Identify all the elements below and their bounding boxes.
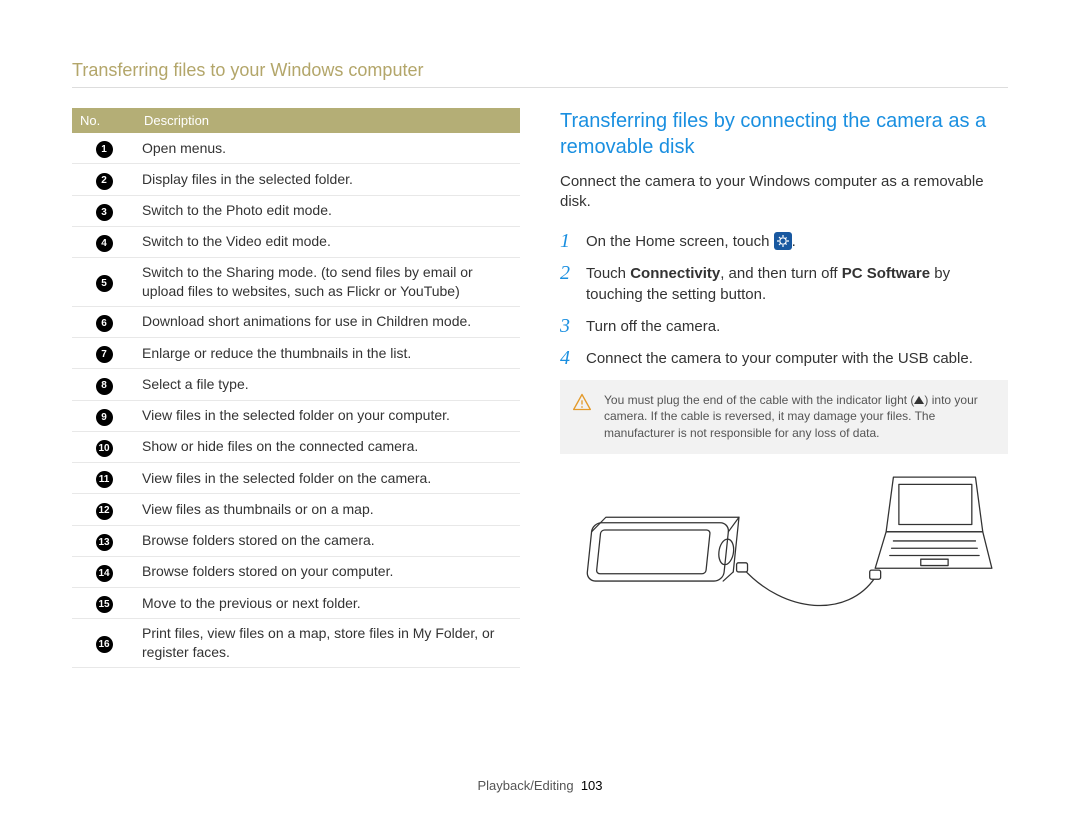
row-number-cell: 1 [72, 133, 136, 164]
step-text: On the Home screen, touch [586, 233, 774, 250]
circled-number-icon: 10 [96, 440, 113, 457]
row-description: Print files, view files on a map, store … [136, 619, 520, 668]
step-4: 4 Connect the camera to your computer wi… [560, 348, 1008, 369]
row-number-cell: 13 [72, 525, 136, 556]
row-description: Open menus. [136, 133, 520, 164]
footer-section: Playback/Editing [477, 778, 573, 793]
camera-laptop-illustration [560, 468, 1008, 628]
row-number-cell: 10 [72, 431, 136, 462]
row-number-cell: 7 [72, 338, 136, 369]
caution-note: You must plug the end of the cable with … [560, 380, 1008, 454]
triangle-up-icon [914, 396, 924, 404]
table-row: 4 Switch to the Video edit mode. [72, 226, 520, 257]
circled-number-icon: 13 [96, 534, 113, 551]
circled-number-icon: 14 [96, 565, 113, 582]
row-description: Move to the previous or next folder. [136, 588, 520, 619]
circled-number-icon: 2 [96, 173, 113, 190]
row-description: Show or hide files on the connected came… [136, 431, 520, 462]
step-text: Connect the camera to your computer with… [586, 348, 973, 369]
left-column: No. Description 1 Open menus. 2 Display fil… [72, 108, 520, 668]
step-bold: Connectivity [630, 265, 720, 282]
row-description: Switch to the Video edit mode. [136, 226, 520, 257]
table-row: 12 View files as thumbnails or on a map. [72, 494, 520, 525]
circled-number-icon: 16 [96, 636, 113, 653]
step-1: 1 On the Home screen, touch . [560, 231, 1008, 252]
circled-number-icon: 12 [96, 503, 113, 520]
table-row: 5 Switch to the Sharing mode. (to send fi… [72, 258, 520, 307]
right-column: Transferring files by connecting the cam… [560, 108, 1008, 668]
row-number-cell: 12 [72, 494, 136, 525]
step-2: 2 Touch Connectivity, and then turn off … [560, 263, 1008, 305]
table-row: 16 Print files, view files on a map, stor… [72, 619, 520, 668]
footer-page-number: 103 [581, 778, 603, 793]
step-bold: PC Software [842, 265, 930, 282]
circled-number-icon: 5 [96, 275, 113, 292]
row-description: View files in the selected folder on the… [136, 463, 520, 494]
step-number: 4 [560, 348, 576, 369]
circled-number-icon: 7 [96, 346, 113, 363]
table-row: 2 Display files in the selected folder. [72, 164, 520, 195]
home-gear-icon [774, 232, 792, 250]
circled-number-icon: 15 [96, 596, 113, 613]
section-title: Transferring files by connecting the cam… [560, 108, 1008, 160]
table-row: 1 Open menus. [72, 133, 520, 164]
step-number: 3 [560, 316, 576, 337]
table-row: 14 Browse folders stored on your computer… [72, 556, 520, 587]
row-description: Select a file type. [136, 369, 520, 400]
circled-number-icon: 6 [96, 315, 113, 332]
step-text: Touch [586, 265, 630, 282]
row-number-cell: 9 [72, 400, 136, 431]
row-description: Switch to the Sharing mode. (to send fil… [136, 258, 520, 307]
row-description: Download short animations for use in Chi… [136, 306, 520, 337]
table-row: 6 Download short animations for use in Ch… [72, 306, 520, 337]
step-number: 2 [560, 263, 576, 305]
table-row: 8 Select a file type. [72, 369, 520, 400]
row-number-cell: 5 [72, 258, 136, 307]
circled-number-icon: 1 [96, 141, 113, 158]
row-description: View files as thumbnails or on a map. [136, 494, 520, 525]
row-number-cell: 8 [72, 369, 136, 400]
table-row: 13 Browse folders stored on the camera. [72, 525, 520, 556]
step-number: 1 [560, 231, 576, 252]
row-number-cell: 6 [72, 306, 136, 337]
page-footer: Playback/Editing 103 [0, 778, 1080, 793]
row-description: Display files in the selected folder. [136, 164, 520, 195]
row-number-cell: 11 [72, 463, 136, 494]
warning-icon [572, 392, 592, 412]
row-number-cell: 15 [72, 588, 136, 619]
table-row: 10 Show or hide files on the connected ca… [72, 431, 520, 462]
table-row: 11 View files in the selected folder on t… [72, 463, 520, 494]
circled-number-icon: 9 [96, 409, 113, 426]
table-row: 15 Move to the previous or next folder. [72, 588, 520, 619]
row-number-cell: 16 [72, 619, 136, 668]
row-number-cell: 3 [72, 195, 136, 226]
table-header-description: Description [136, 108, 520, 133]
steps-list: 1 On the Home screen, touch . 2 Touch Co… [560, 231, 1008, 369]
table-row: 3 Switch to the Photo edit mode. [72, 195, 520, 226]
row-description: Browse folders stored on your computer. [136, 556, 520, 587]
step-text: Turn off the camera. [586, 316, 720, 337]
row-description: Browse folders stored on the camera. [136, 525, 520, 556]
circled-number-icon: 4 [96, 235, 113, 252]
table-header-no: No. [72, 108, 136, 133]
row-description: Enlarge or reduce the thumbnails in the … [136, 338, 520, 369]
circled-number-icon: 3 [96, 204, 113, 221]
row-number-cell: 14 [72, 556, 136, 587]
step-text: , and then turn off [720, 265, 841, 282]
row-number-cell: 4 [72, 226, 136, 257]
note-text: You must plug the end of the cable with … [604, 393, 914, 407]
breadcrumb: Transferring files to your Windows compu… [72, 60, 1008, 88]
row-number-cell: 2 [72, 164, 136, 195]
step-3: 3 Turn off the camera. [560, 316, 1008, 337]
row-description: Switch to the Photo edit mode. [136, 195, 520, 226]
table-row: 9 View files in the selected folder on yo… [72, 400, 520, 431]
table-row: 7 Enlarge or reduce the thumbnails in the… [72, 338, 520, 369]
circled-number-icon: 8 [96, 378, 113, 395]
section-intro: Connect the camera to your Windows compu… [560, 172, 1008, 213]
row-description: View files in the selected folder on you… [136, 400, 520, 431]
description-table: No. Description 1 Open menus. 2 Display fil… [72, 108, 520, 668]
step-text: . [792, 233, 796, 250]
circled-number-icon: 11 [96, 471, 113, 488]
